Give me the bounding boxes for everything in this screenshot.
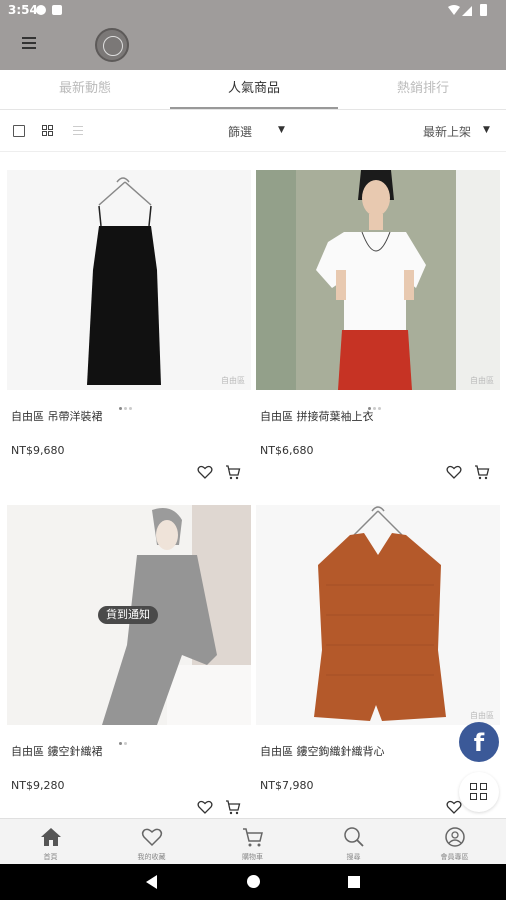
image-pager-dots	[119, 395, 139, 410]
status-time: 3:54	[8, 3, 38, 17]
filter-button[interactable]: 篩選	[228, 123, 252, 140]
battery-icon	[480, 4, 487, 16]
nav-label: 會員專區	[440, 853, 469, 861]
nav-label: 購物車	[242, 853, 263, 861]
nav-member[interactable]: 會員專區	[404, 819, 505, 865]
wifi-signal-icon	[448, 5, 472, 16]
notification-icon	[36, 5, 46, 15]
product-price: NT$9,680	[11, 444, 65, 457]
search-icon	[344, 827, 364, 847]
category-tabs: 最新動態 人氣商品 熱銷排行	[0, 70, 506, 110]
status-bar: 3:54	[0, 0, 506, 20]
home-icon	[41, 828, 61, 846]
product-image[interactable]: 貨到通知	[7, 505, 251, 725]
home-circle-icon[interactable]	[247, 875, 260, 888]
app-header	[0, 20, 506, 70]
product-name[interactable]: 自由區 鏤空針織裙	[11, 743, 103, 759]
menu-button[interactable]	[18, 34, 40, 56]
product-image[interactable]: 自由區	[256, 505, 500, 725]
nav-search[interactable]: 搜尋	[303, 819, 404, 865]
nav-label: 我的收藏	[137, 853, 166, 861]
image-pager-dots	[368, 395, 388, 410]
knit-vest-illustration	[256, 505, 500, 725]
favorite-heart-icon[interactable]	[197, 464, 213, 480]
favorite-heart-icon[interactable]	[446, 799, 462, 815]
app-notification-icon	[52, 5, 62, 15]
back-icon[interactable]	[146, 875, 157, 889]
favorite-heart-icon[interactable]	[197, 799, 213, 815]
product-image[interactable]: 自由區	[7, 170, 251, 390]
image-pager-dots	[119, 730, 139, 745]
watermark: 自由區	[470, 376, 494, 385]
nav-home[interactable]: 首頁	[0, 819, 101, 865]
product-name[interactable]: 自由區 鏤空鉤織針織背心	[260, 743, 385, 759]
qr-code-button[interactable]	[459, 772, 499, 812]
product-image[interactable]: 自由區	[256, 170, 500, 390]
active-tab-indicator	[170, 107, 338, 109]
product-price: NT$9,280	[11, 779, 65, 792]
dress-illustration	[7, 170, 251, 390]
restock-notify-badge[interactable]: 貨到通知	[98, 606, 158, 624]
tab-bestsellers[interactable]: 熱銷排行	[339, 70, 506, 110]
add-to-cart-icon[interactable]	[225, 799, 241, 815]
recent-apps-icon[interactable]	[348, 876, 360, 888]
cart-icon	[243, 828, 263, 847]
facebook-button[interactable]: f	[459, 722, 499, 762]
product-name[interactable]: 自由區 吊帶洋裝裙	[11, 408, 103, 424]
watermark: 自由區	[470, 711, 494, 720]
model-white-top-photo	[256, 170, 500, 390]
favorite-heart-icon[interactable]	[446, 464, 462, 480]
brand-logo[interactable]	[95, 28, 129, 62]
add-to-cart-icon[interactable]	[225, 464, 241, 480]
bottom-navigation: 首頁 我的收藏 購物車 搜尋 會員專區	[0, 818, 506, 864]
heart-icon	[141, 828, 163, 847]
single-view-icon[interactable]	[13, 125, 25, 137]
nav-favorites[interactable]: 我的收藏	[101, 819, 202, 865]
tab-latest[interactable]: 最新動態	[1, 70, 169, 110]
add-to-cart-icon[interactable]	[474, 464, 490, 480]
watermark: 自由區	[221, 376, 245, 385]
tab-popular[interactable]: 人氣商品	[170, 70, 338, 110]
sort-caret-icon[interactable]: ▼	[483, 125, 490, 135]
product-price: NT$6,680	[260, 444, 314, 457]
product-name[interactable]: 自由區 拼接荷葉袖上衣	[260, 408, 374, 424]
product-price: NT$7,980	[260, 779, 314, 792]
grid-view-icon[interactable]	[42, 125, 54, 137]
list-view-icon[interactable]	[73, 125, 85, 137]
filter-caret-icon[interactable]: ▼	[278, 125, 285, 135]
nav-label: 首頁	[43, 853, 58, 861]
list-toolbar: 篩選 ▼ 最新上架 ▼	[0, 110, 506, 152]
system-navigation-bar	[0, 864, 506, 900]
user-icon	[445, 827, 465, 847]
sort-dropdown[interactable]: 最新上架	[423, 123, 471, 140]
nav-cart[interactable]: 購物車	[202, 819, 303, 865]
nav-label: 搜尋	[346, 853, 361, 861]
